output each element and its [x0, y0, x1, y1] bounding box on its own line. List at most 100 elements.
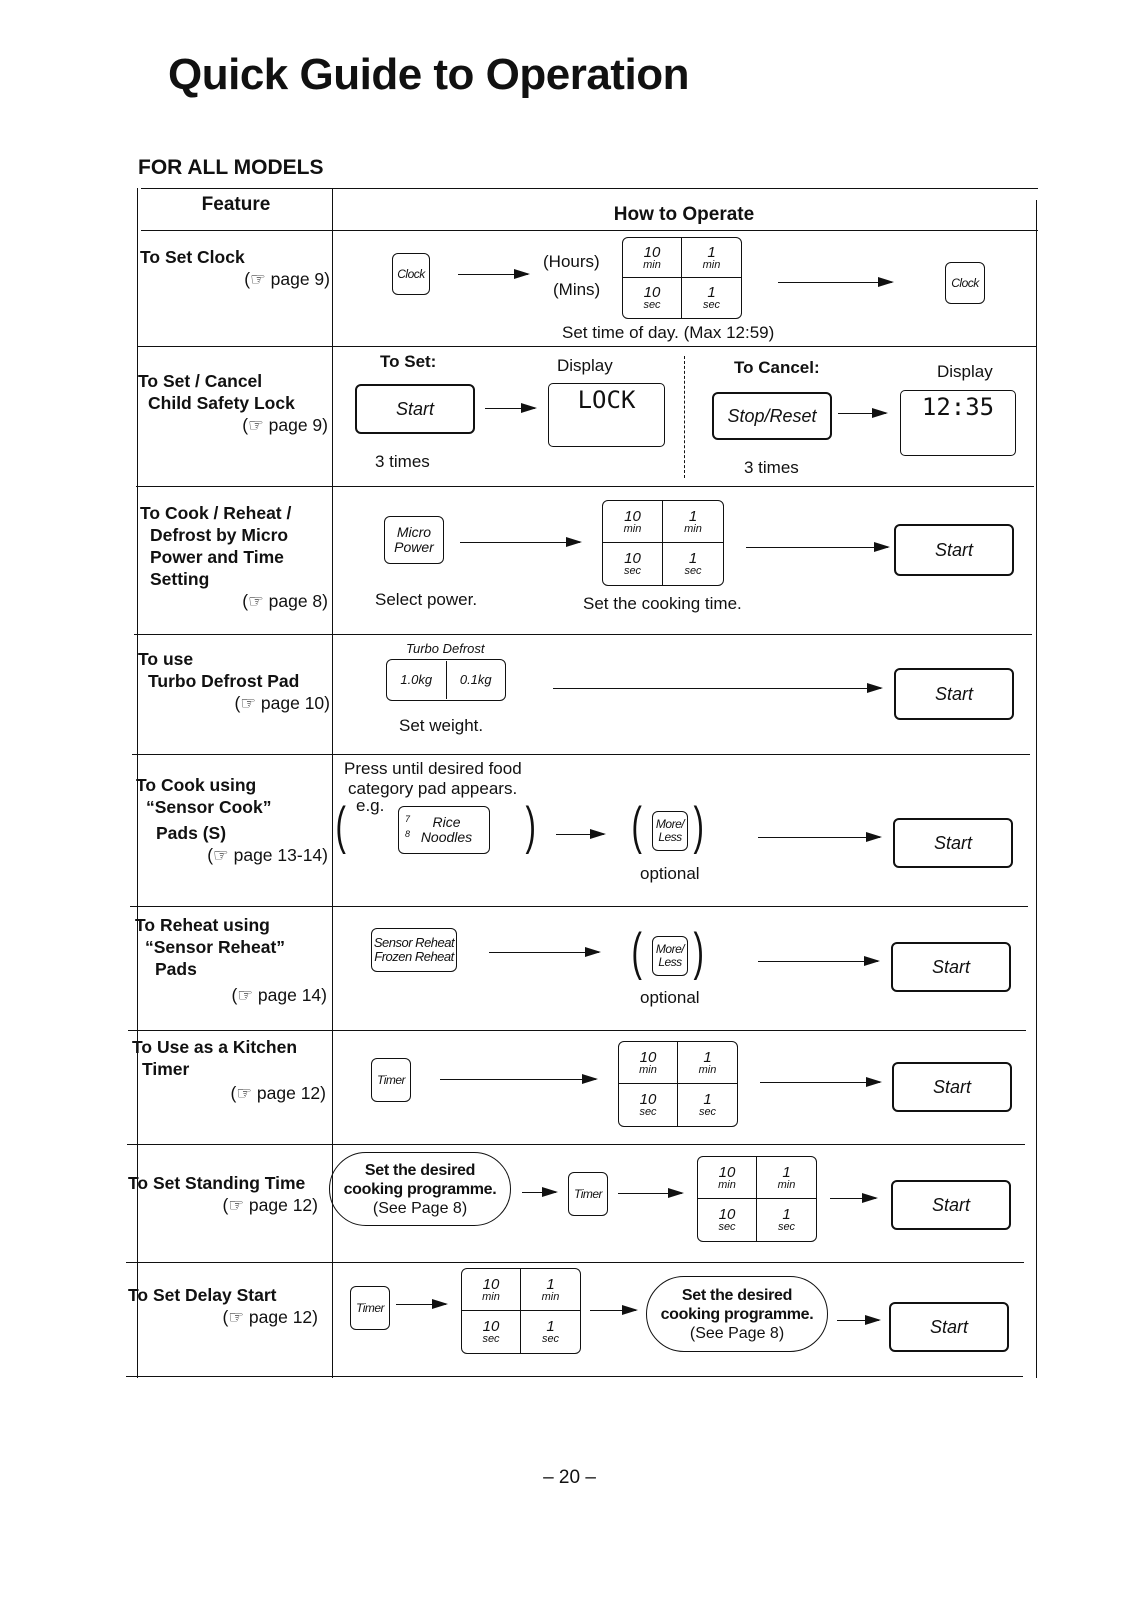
row-divider [128, 1030, 1026, 1031]
time-pad-unit: min [643, 258, 661, 271]
time-pad: 10 min 1 min 10 sec 1 sec [618, 1041, 738, 1127]
time-pad-key: 10 min [698, 1157, 757, 1199]
time-pad-key: 10 sec [462, 1311, 521, 1353]
feature-child-safety-lock: To Set / Cancel Child Safety Lock (☞ pag… [138, 371, 328, 435]
time-pad: 10 min 1 min 10 sec 1 sec [461, 1268, 581, 1354]
time-pad-number: 10 [624, 507, 641, 525]
row-divider [136, 486, 1034, 487]
page-title: Quick Guide to Operation [168, 50, 689, 99]
time-pad-number: 1 [688, 550, 698, 567]
cooking-programme-oval: Set the desired cooking programme. (See … [646, 1276, 828, 1352]
time-pad-number: 1 [546, 1275, 555, 1293]
header-how-to-operate: How to Operate [613, 204, 755, 225]
close-paren: ) [525, 797, 536, 855]
dashed-separator [684, 356, 685, 478]
feature-kitchen-timer: To Use as a Kitchen Timer (☞ page 12) [132, 1037, 326, 1103]
time-pad: 10 min 1 min 10 sec 1 sec [697, 1156, 817, 1242]
set-times: 3 times [375, 452, 430, 471]
start-key: Start [893, 818, 1013, 868]
time-pad: 10 min 1 min 10 sec 1 sec [622, 237, 742, 319]
time-pad-unit: min [698, 1063, 717, 1076]
page-reference: (☞ page 9) [242, 415, 328, 435]
to-cancel-label: To Cancel: [734, 358, 820, 377]
time-pad-number: 10 [624, 550, 641, 567]
timer-key: Timer [371, 1058, 411, 1102]
arrow-icon [440, 1073, 598, 1084]
time-pad-key: 1 min [682, 238, 741, 278]
arrow-icon [758, 955, 880, 966]
time-pad-number: 1 [707, 284, 716, 301]
time-pad-number: 10 [482, 1275, 500, 1293]
close-paren: ) [693, 923, 704, 981]
row-divider [134, 634, 1032, 635]
time-pad-number: 1 [782, 1206, 791, 1223]
arrow-icon [830, 1192, 878, 1203]
arrow-icon [618, 1187, 684, 1198]
open-paren: ( [631, 797, 642, 855]
arrow-icon [760, 1076, 882, 1087]
feature-set-clock: To Set Clock (☞ page 9) [140, 247, 330, 289]
clock-display: 12:35 [900, 390, 1016, 456]
time-pad-key: 1 min [678, 1042, 737, 1084]
open-paren: ( [631, 923, 642, 981]
table-top-border [141, 188, 1038, 189]
time-pad-unit: min [777, 1178, 796, 1191]
feature-sensor-cook: To Cook using “Sensor Cook” Pads (S) (☞ … [136, 775, 328, 865]
display-label: Display [937, 362, 993, 381]
time-pad-key: 1 sec [521, 1311, 580, 1353]
time-pad-unit: sec [684, 565, 702, 577]
start-key: Start [889, 1302, 1009, 1352]
arrow-icon [746, 541, 890, 552]
feature-turbo-defrost: To use Turbo Defrost Pad (☞ page 10) [138, 649, 330, 713]
time-pad-key: 1 min [521, 1269, 580, 1311]
time-pad-key: 1 sec [678, 1084, 737, 1126]
more-less-key: More/ Less [652, 936, 688, 976]
eg-label: e.g. [356, 796, 385, 815]
more-less-key: More/ Less [652, 811, 688, 851]
feature-sensor-reheat: To Reheat using “Sensor Reheat” Pads (☞ … [135, 915, 327, 1005]
cancel-times: 3 times [744, 458, 799, 477]
time-pad-unit: min [702, 258, 721, 271]
time-pad-number: 1 [688, 507, 698, 525]
header-feature: Feature [201, 194, 271, 215]
time-pad-key: 1 sec [757, 1199, 816, 1241]
timer-key: Timer [350, 1286, 390, 1330]
arrow-icon [458, 268, 530, 279]
row-divider [130, 906, 1028, 907]
time-pad-unit: sec [541, 1333, 560, 1345]
page-reference: (☞ page 12) [222, 1195, 318, 1215]
time-pad-number: 10 [643, 243, 661, 261]
time-pad-number: 10 [639, 1091, 657, 1108]
time-pad-unit: sec [623, 565, 642, 577]
feature-delay-start: To Set Delay Start (☞ page 12) [128, 1285, 318, 1327]
time-pad-key: 10 sec [603, 543, 663, 585]
lock-display: LOCK [548, 383, 665, 447]
page-reference: (☞ page 13-14) [207, 845, 328, 865]
time-pad-number: 10 [482, 1318, 500, 1335]
turbo-defrost-pad: 1.0kg 0.1kg [386, 659, 506, 701]
turbo-1kg: 1.0kg [387, 661, 447, 699]
time-pad-unit: sec [482, 1333, 500, 1345]
arrow-icon [758, 831, 882, 842]
close-paren: ) [693, 797, 704, 855]
time-pad-unit: sec [718, 1221, 736, 1233]
start-key: Start [891, 942, 1011, 992]
to-set-label: To Set: [380, 352, 437, 371]
stop-reset-key: Stop/Reset [712, 392, 832, 440]
time-pad-number: 10 [639, 1048, 657, 1066]
feature-micro-power: To Cook / Reheat / Defrost by Micro Powe… [140, 503, 328, 611]
header-bottom-border [141, 230, 1038, 231]
time-pad-unit: sec [639, 1106, 657, 1118]
sensor-cook-instruction: Press until desired food category pad ap… [344, 759, 522, 798]
time-pad-key: 10 sec [623, 278, 682, 318]
start-key: Start [891, 1180, 1011, 1230]
time-pad-unit: sec [698, 1106, 717, 1118]
time-pad-key: 1 sec [663, 543, 723, 585]
row-divider [138, 346, 1036, 347]
time-pad-unit: min [639, 1063, 657, 1076]
row-divider [127, 1144, 1025, 1145]
arrow-icon [837, 1314, 881, 1325]
arrow-icon [396, 1298, 448, 1309]
turbo-01kg: 0.1kg [459, 672, 492, 687]
timer-key: Timer [568, 1172, 608, 1216]
